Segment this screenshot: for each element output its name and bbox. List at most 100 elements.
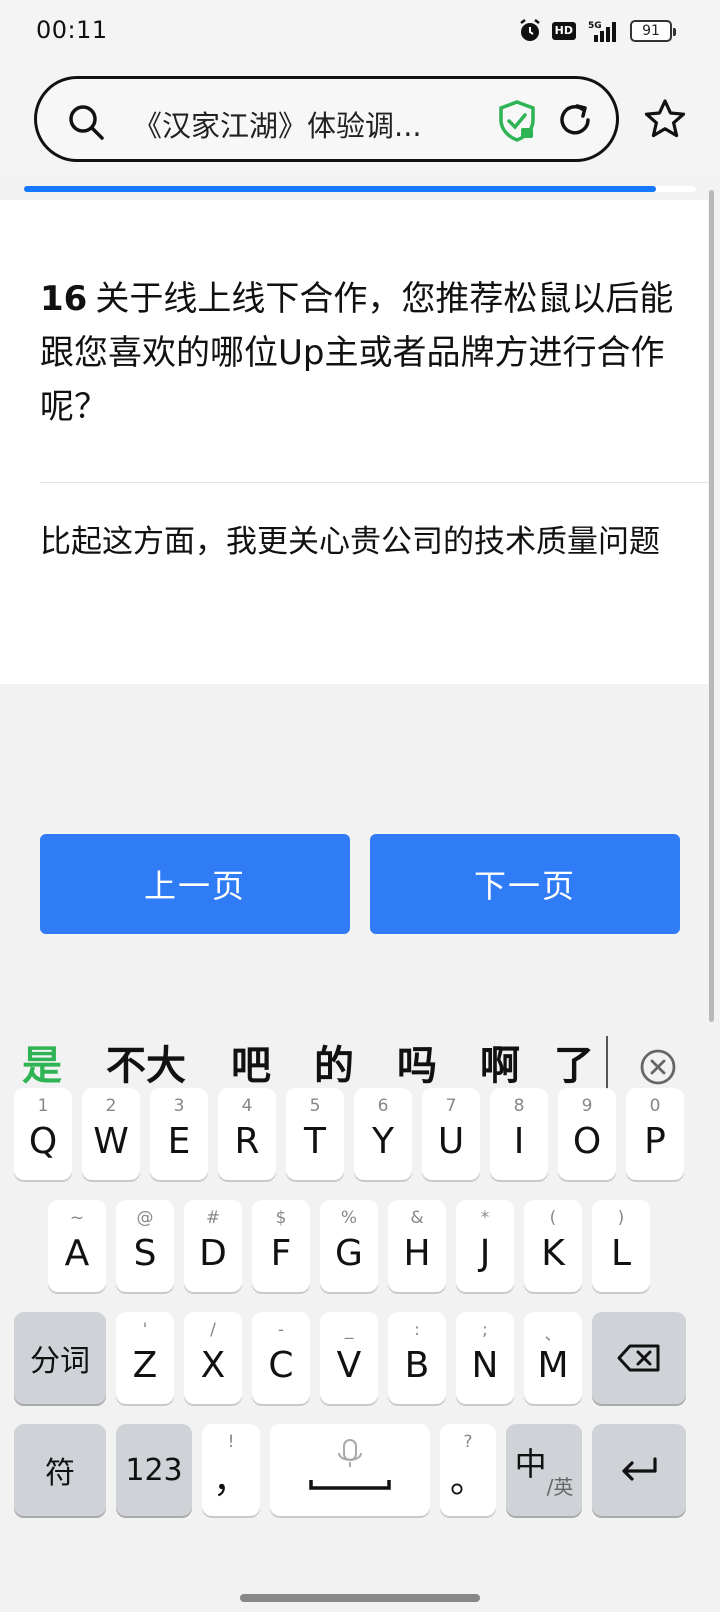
key-e[interactable]: 3E (150, 1088, 208, 1180)
key-r[interactable]: 4R (218, 1088, 276, 1180)
space-key[interactable] (270, 1424, 430, 1516)
period-key-hint: ? (463, 1432, 473, 1452)
key-hint: ' (142, 1320, 148, 1340)
bookmark-star-icon[interactable] (643, 98, 687, 140)
language-switch-key[interactable]: 中 /英 (506, 1424, 582, 1516)
battery-level: 91 (642, 23, 660, 39)
key-label: Z (132, 1344, 158, 1386)
address-bar[interactable]: 《汉家江湖》体验调... (34, 76, 619, 162)
candidate-item[interactable]: 吧 (231, 1040, 271, 1092)
symbol-key[interactable]: 符 (14, 1424, 106, 1516)
key-l[interactable]: ) L (592, 1200, 650, 1292)
key-o[interactable]: 9O (558, 1088, 616, 1180)
comma-key[interactable]: ! ， (202, 1424, 260, 1516)
key-y[interactable]: 6Y (354, 1088, 412, 1180)
page-title-text[interactable]: 《汉家江湖》体验调... (133, 103, 433, 141)
key-n[interactable]: ; N (456, 1312, 514, 1404)
key-hint: ; (482, 1320, 488, 1340)
candidate-item[interactable]: 的 (314, 1040, 354, 1092)
question-card: 16 关于线上线下合作，您推荐松鼠以后能跟您喜欢的哪位Up主或者品牌方进行合作呢？… (0, 200, 708, 684)
status-icons: HD 5G 91 (518, 18, 676, 44)
key-j[interactable]: * J (456, 1200, 514, 1292)
key-c[interactable]: -C (252, 1312, 310, 1404)
key-hint: % (340, 1208, 358, 1228)
key-hint: 8 (513, 1096, 525, 1116)
backspace-key[interactable] (592, 1312, 686, 1404)
key-q[interactable]: 1Q (14, 1088, 72, 1180)
key-hint: 4 (241, 1096, 253, 1116)
key-t[interactable]: 5T (286, 1088, 344, 1180)
key-d[interactable]: # D (184, 1200, 242, 1292)
key-hint: $ (275, 1208, 287, 1228)
key-h[interactable]: & H (388, 1200, 446, 1292)
key-hint: @ (136, 1208, 154, 1228)
key-w[interactable]: 2W (82, 1088, 140, 1180)
progress-bar (24, 186, 696, 192)
key-hint: 2 (105, 1096, 117, 1116)
key-label: F (270, 1232, 292, 1274)
key-u[interactable]: 7U (422, 1088, 480, 1180)
candidate-item[interactable]: 啊 (480, 1040, 520, 1092)
candidate-item[interactable]: 是 (22, 1040, 62, 1092)
enter-key[interactable] (592, 1424, 686, 1516)
status-time: 00:11 (36, 16, 108, 44)
period-key[interactable]: ? 。 (440, 1424, 496, 1516)
key-s[interactable]: @ S (116, 1200, 174, 1292)
key-hint: / (210, 1320, 216, 1340)
key-b[interactable]: :B (388, 1312, 446, 1404)
status-bar: 00:11 HD 5G 91 (0, 0, 720, 64)
divider (40, 482, 708, 483)
question-text: 16 关于线上线下合作，您推荐松鼠以后能跟您喜欢的哪位Up主或者品牌方进行合作呢？ (40, 272, 680, 434)
key-hint: 9 (581, 1096, 593, 1116)
key-z[interactable]: ' Z (116, 1312, 174, 1404)
lang-sub-label: /英 (546, 1474, 574, 1499)
key-hint: 5 (309, 1096, 321, 1116)
key-hint: - (277, 1320, 285, 1340)
security-shield-icon[interactable] (497, 100, 537, 142)
segment-key[interactable]: 分词 (14, 1312, 106, 1404)
key-hint: ) (617, 1208, 625, 1228)
page-scrollbar[interactable] (709, 190, 714, 1022)
lang-sub-text: 英 (553, 1474, 574, 1499)
home-indicator[interactable] (240, 1594, 480, 1602)
key-hint: ( (549, 1208, 557, 1228)
browser-toolbar: 《汉家江湖》体验调... (0, 64, 720, 176)
candidate-item[interactable]: 不大 (106, 1040, 186, 1092)
key-hint: 1 (37, 1096, 49, 1116)
candidate-item[interactable]: 了 (554, 1040, 594, 1092)
key-label: A (64, 1232, 90, 1274)
microphone-icon (309, 1439, 391, 1490)
key-hint: 0 (649, 1096, 661, 1116)
segment-key-label: 分词 (30, 1344, 90, 1379)
key-a[interactable]: ~ A (48, 1200, 106, 1292)
key-m[interactable]: 、 M (524, 1312, 582, 1404)
key-label: H (403, 1232, 431, 1274)
candidate-item[interactable]: 吗 (397, 1040, 437, 1092)
key-f[interactable]: $ F (252, 1200, 310, 1292)
enter-icon (622, 1457, 657, 1481)
key-hint: 3 (173, 1096, 185, 1116)
number-key[interactable]: 123 (116, 1424, 192, 1516)
key-p[interactable]: 0P (626, 1088, 684, 1180)
key-label: U (437, 1120, 465, 1162)
key-i[interactable]: 8I (490, 1088, 548, 1180)
answer-textarea[interactable]: 比起这方面，我更关心贵公司的技术质量问题 (40, 518, 700, 566)
key-label: B (404, 1344, 430, 1386)
key-hint: 6 (377, 1096, 389, 1116)
key-label: X (200, 1344, 226, 1386)
key-label: T (304, 1120, 326, 1162)
key-label: I (513, 1120, 525, 1162)
search-icon[interactable] (67, 103, 105, 141)
next-page-button[interactable]: 下一页 (370, 834, 680, 934)
close-candidates-icon[interactable] (639, 1048, 677, 1086)
prev-page-button[interactable]: 上一页 (40, 834, 350, 934)
refresh-icon[interactable] (555, 100, 595, 140)
key-x[interactable]: / X (184, 1312, 242, 1404)
key-label: W (93, 1120, 129, 1162)
key-v[interactable]: _ V (320, 1312, 378, 1404)
key-k[interactable]: (K (524, 1200, 582, 1292)
key-g[interactable]: % G (320, 1200, 378, 1292)
key-label: J (479, 1232, 491, 1274)
key-label: E (167, 1120, 191, 1162)
lang-main-label: 中 (514, 1445, 547, 1483)
